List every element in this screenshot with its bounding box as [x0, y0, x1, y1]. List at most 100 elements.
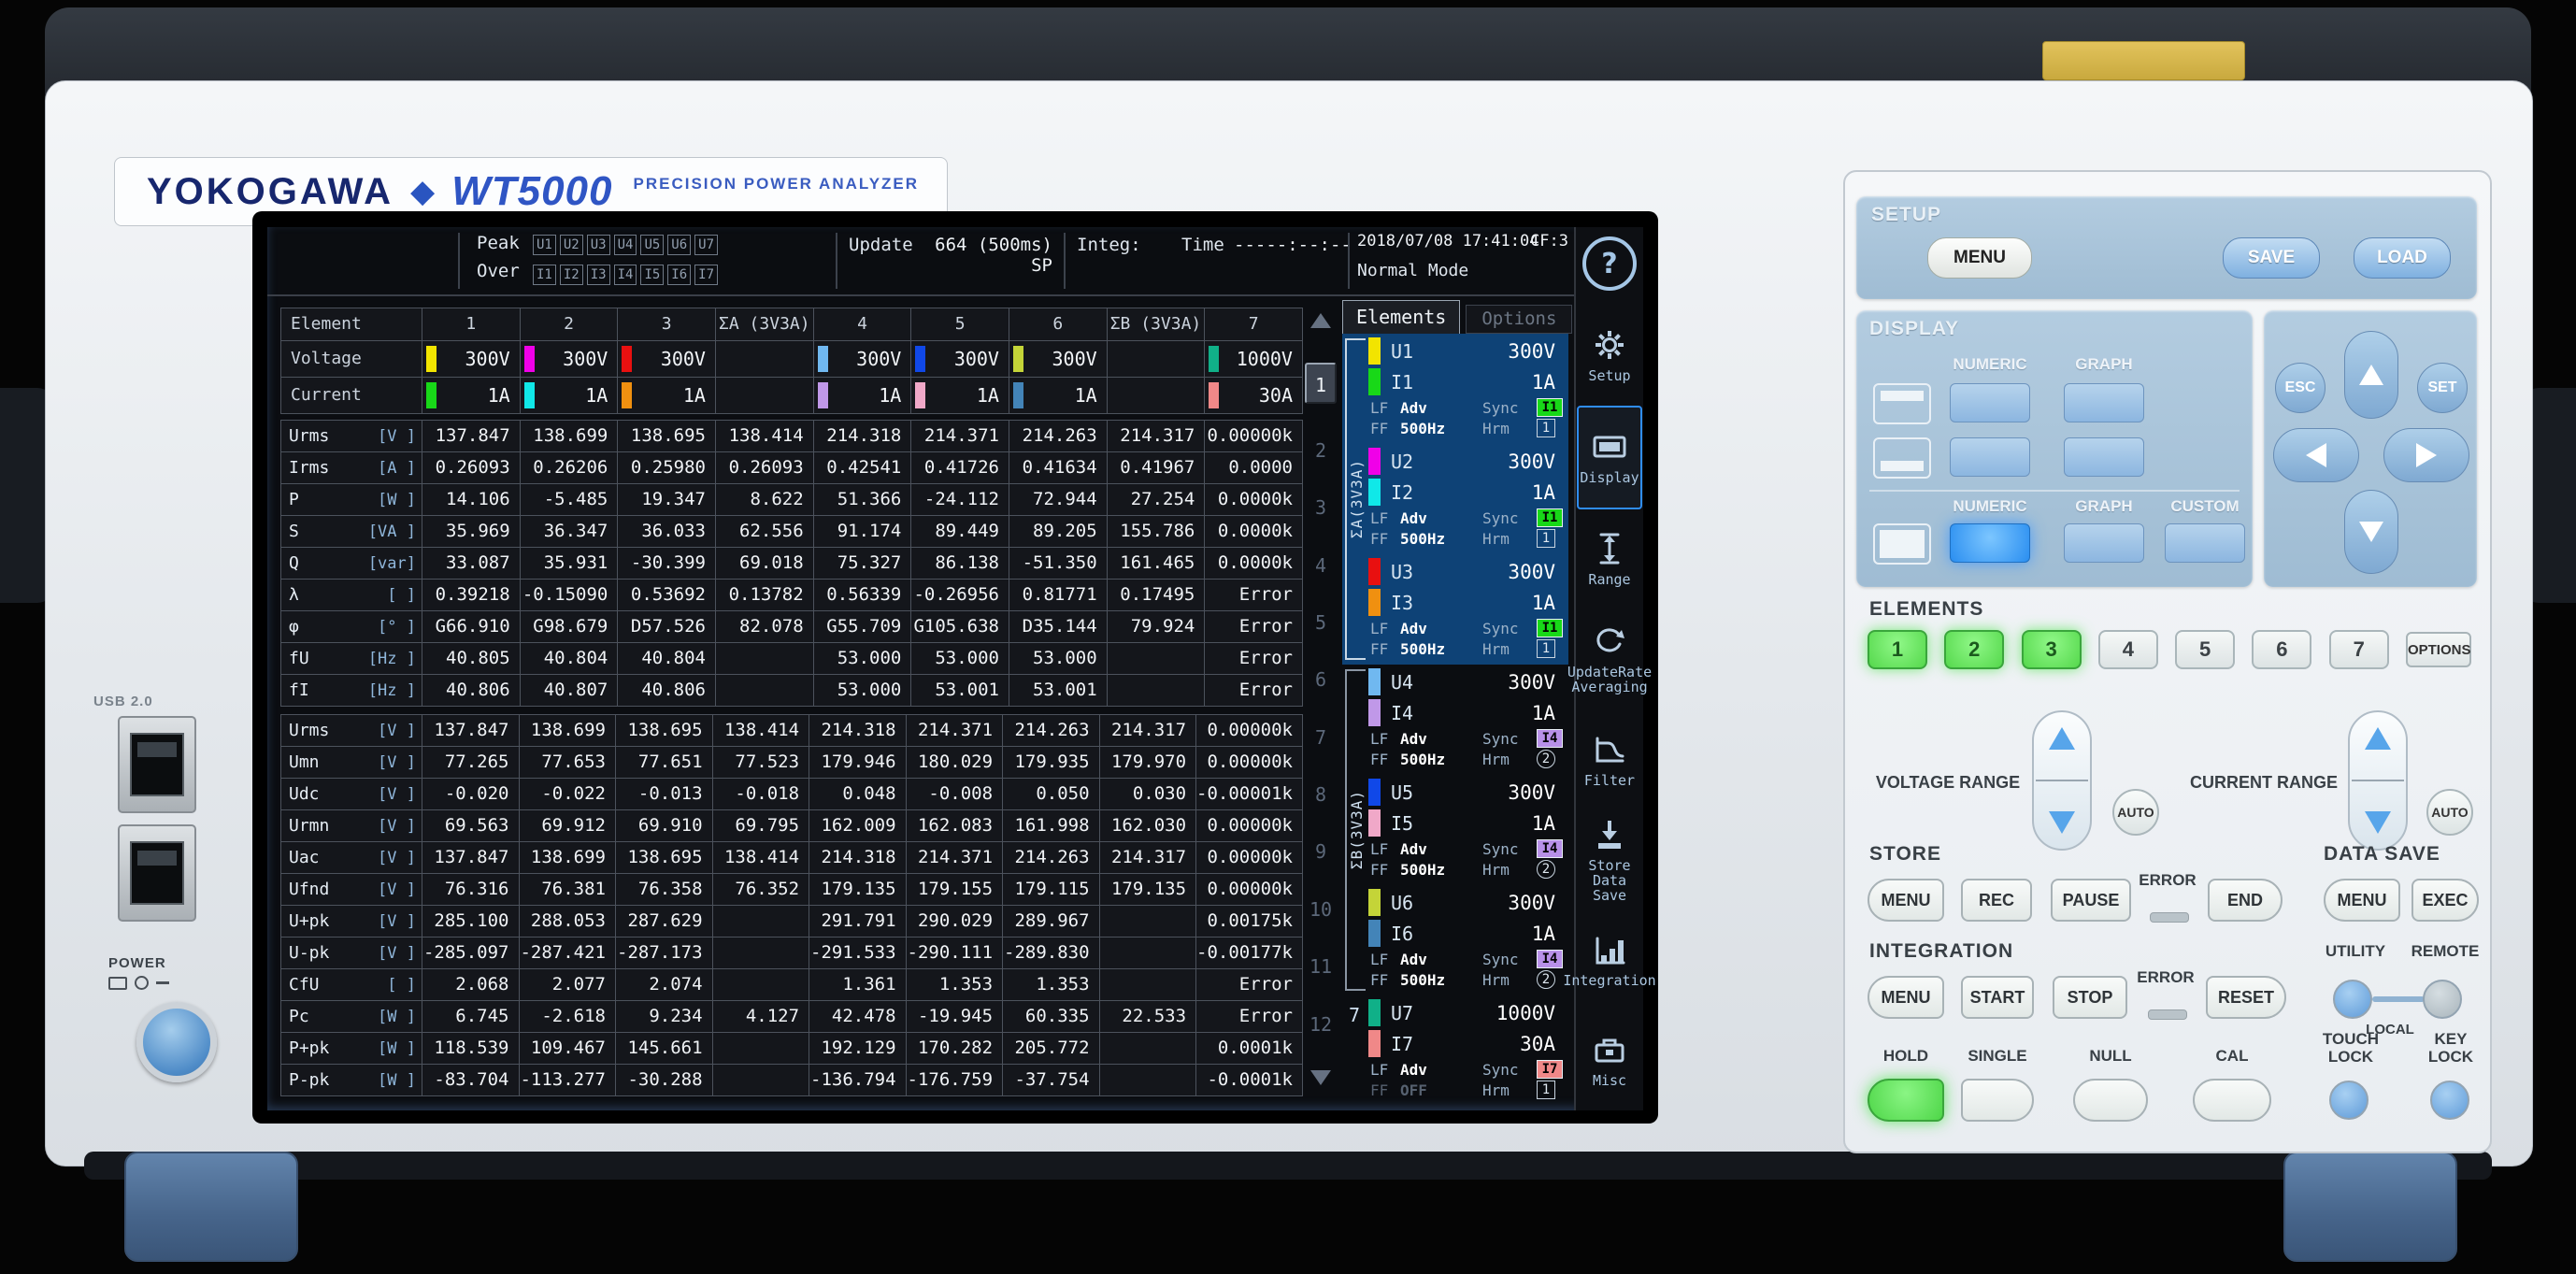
pager-page-5[interactable]: 5 — [1305, 611, 1337, 634]
datasave-exec-button[interactable]: EXEC — [2411, 879, 2479, 922]
store-menu-button[interactable]: MENU — [1868, 879, 1944, 922]
element-button-2[interactable]: 2 — [1944, 630, 2004, 669]
pager-page-7[interactable]: 7 — [1305, 726, 1337, 749]
measure-value: G98.679 — [521, 611, 618, 642]
store-pause-button[interactable]: PAUSE — [2051, 879, 2131, 922]
pager-page-8[interactable]: 8 — [1305, 783, 1337, 806]
cal-button[interactable] — [2193, 1079, 2271, 1122]
pager-page-2[interactable]: 2 — [1305, 439, 1337, 462]
pager-page-1[interactable]: 1 — [1305, 363, 1337, 404]
integration-menu-button[interactable]: MENU — [1868, 976, 1944, 1019]
element-button-7[interactable]: 7 — [2329, 630, 2389, 669]
display-numeric-half2-button[interactable] — [1950, 437, 2030, 477]
sidebar-item-misc[interactable]: Misc — [1577, 1010, 1642, 1110]
integration-start-button[interactable]: START — [1961, 976, 2034, 1019]
esc-button[interactable]: ESC — [2275, 363, 2326, 413]
help-button[interactable]: ? — [1582, 236, 1637, 291]
current-auto-button[interactable]: AUTO — [2426, 789, 2473, 836]
measure-value: 170.282 — [907, 1033, 1003, 1064]
element-config-item[interactable]: U3300VI31ALFAdvSyncI1FF500HzHrm1 — [1367, 554, 1568, 665]
save-button[interactable]: SAVE — [2223, 237, 2320, 279]
down-arrow-button[interactable] — [2344, 490, 2398, 574]
remote-button[interactable] — [2423, 980, 2462, 1019]
hrm-label: Hrm — [1482, 971, 1537, 989]
single-button[interactable] — [1961, 1079, 2034, 1122]
lf-value: Adv — [1400, 509, 1482, 527]
sidebar-item-label: Store Data Save — [1577, 858, 1642, 903]
voltage-range-rocker[interactable] — [2032, 710, 2092, 851]
pager-page-10[interactable]: 10 — [1305, 898, 1337, 921]
element-config-item[interactable]: U6300VI61ALFAdvSyncI4FF500HzHrm2 — [1367, 885, 1568, 995]
measure-value: 214.371 — [907, 842, 1003, 873]
pager-up-icon[interactable] — [1310, 313, 1331, 328]
element-config-item[interactable]: U71000VI730ALFAdvSyncI7FFOFFHrm1 — [1367, 995, 1568, 1106]
measure-value: 19.347 — [618, 484, 715, 515]
load-button[interactable]: LOAD — [2354, 237, 2451, 279]
pager-page-4[interactable]: 4 — [1305, 554, 1337, 577]
sync-label: Sync — [1482, 620, 1537, 637]
pager-page-6[interactable]: 6 — [1305, 668, 1337, 691]
usb-port-2[interactable] — [118, 824, 196, 922]
up-arrow-button[interactable] — [2344, 331, 2398, 419]
sidebar-item-setup[interactable]: Setup — [1577, 306, 1642, 406]
element-config-item[interactable]: U1300VI11ALFAdvSyncI1FF500HzHrm1 — [1367, 334, 1568, 444]
display-numeric-half-button[interactable] — [1950, 383, 2030, 422]
set-button[interactable]: SET — [2417, 363, 2468, 413]
datasave-menu-button[interactable]: MENU — [2324, 879, 2400, 922]
touch-lock-button[interactable] — [2329, 1081, 2368, 1120]
sidebar-item-filter[interactable]: Filter — [1577, 710, 1642, 810]
group-strip: 7 — [1345, 1000, 1366, 1101]
display-graph-button[interactable] — [2064, 523, 2144, 563]
current-range-rocker[interactable] — [2348, 710, 2408, 851]
pager-page-3[interactable]: 3 — [1305, 496, 1337, 519]
setup-menu-button[interactable]: MENU — [1927, 237, 2032, 279]
store-end-button[interactable]: END — [2208, 879, 2283, 922]
element-button-4[interactable]: 4 — [2098, 630, 2158, 669]
element-config-item[interactable]: U5300VI51ALFAdvSyncI4FF500HzHrm2 — [1367, 775, 1568, 885]
sidebar-item-display[interactable]: Display — [1577, 406, 1642, 509]
sync-label: Sync — [1482, 509, 1537, 527]
measure-value: 179.970 — [1100, 747, 1196, 778]
pager-down-icon[interactable] — [1310, 1070, 1331, 1085]
integration-stop-button[interactable]: STOP — [2053, 976, 2127, 1019]
measure-value: 1.361 — [809, 969, 906, 1000]
element-options-button[interactable]: OPTIONS — [2406, 632, 2471, 667]
sidebar-item-update-rate[interactable]: UpdateRate Averaging — [1577, 609, 1642, 709]
right-arrow-button[interactable] — [2383, 428, 2469, 482]
sidebar-item-store-data-save[interactable]: Store Data Save — [1577, 810, 1642, 910]
element-button-5[interactable]: 5 — [2175, 630, 2235, 669]
key-lock-button[interactable] — [2430, 1081, 2469, 1120]
element-lf-row: LFAdvSyncI4 — [1370, 728, 1563, 749]
usb-port-1[interactable] — [118, 716, 196, 813]
current-swatch — [1209, 382, 1219, 408]
display-graph-half2-button[interactable] — [2064, 437, 2144, 477]
store-rec-button[interactable]: REC — [1961, 879, 2032, 922]
element-config-item[interactable]: U2300VI21ALFAdvSyncI1FF500HzHrm1 — [1367, 444, 1568, 554]
left-arrow-button[interactable] — [2273, 428, 2359, 482]
hold-button[interactable] — [1868, 1079, 1944, 1122]
tab-options[interactable]: Options — [1466, 305, 1572, 334]
display-numeric-button[interactable] — [1950, 523, 2030, 563]
tab-elements[interactable]: Elements — [1342, 300, 1460, 334]
element-config-item[interactable]: U4300VI41ALFAdvSyncI4FF500HzHrm2 — [1367, 665, 1568, 775]
voltage-auto-button[interactable]: AUTO — [2112, 789, 2159, 836]
numeric-full-label: NUMERIC — [1950, 497, 2030, 516]
element-button-1[interactable]: 1 — [1868, 630, 1927, 669]
display-section: DISPLAY NUMERIC GRAPH NUMERIC GRAPH CUST… — [1856, 310, 2253, 587]
display-custom-button[interactable] — [2165, 523, 2245, 563]
power-button[interactable] — [136, 1002, 217, 1082]
element-button-3[interactable]: 3 — [2022, 630, 2082, 669]
display-graph-half-button[interactable] — [2064, 383, 2144, 422]
null-button[interactable] — [2073, 1079, 2148, 1122]
voltage-channel: U1 — [1391, 340, 1413, 363]
sidebar-item-range[interactable]: Range — [1577, 509, 1642, 609]
pager-page-9[interactable]: 9 — [1305, 840, 1337, 863]
current-channel: I1 — [1391, 371, 1413, 394]
utility-button[interactable] — [2333, 980, 2372, 1019]
pager-page-11[interactable]: 11 — [1305, 955, 1337, 978]
voltage-swatch — [1013, 346, 1023, 372]
element-button-6[interactable]: 6 — [2252, 630, 2311, 669]
sidebar-item-integration[interactable]: Integration — [1577, 910, 1642, 1010]
integration-reset-button[interactable]: RESET — [2206, 976, 2286, 1019]
pager-page-12[interactable]: 12 — [1305, 1013, 1337, 1036]
